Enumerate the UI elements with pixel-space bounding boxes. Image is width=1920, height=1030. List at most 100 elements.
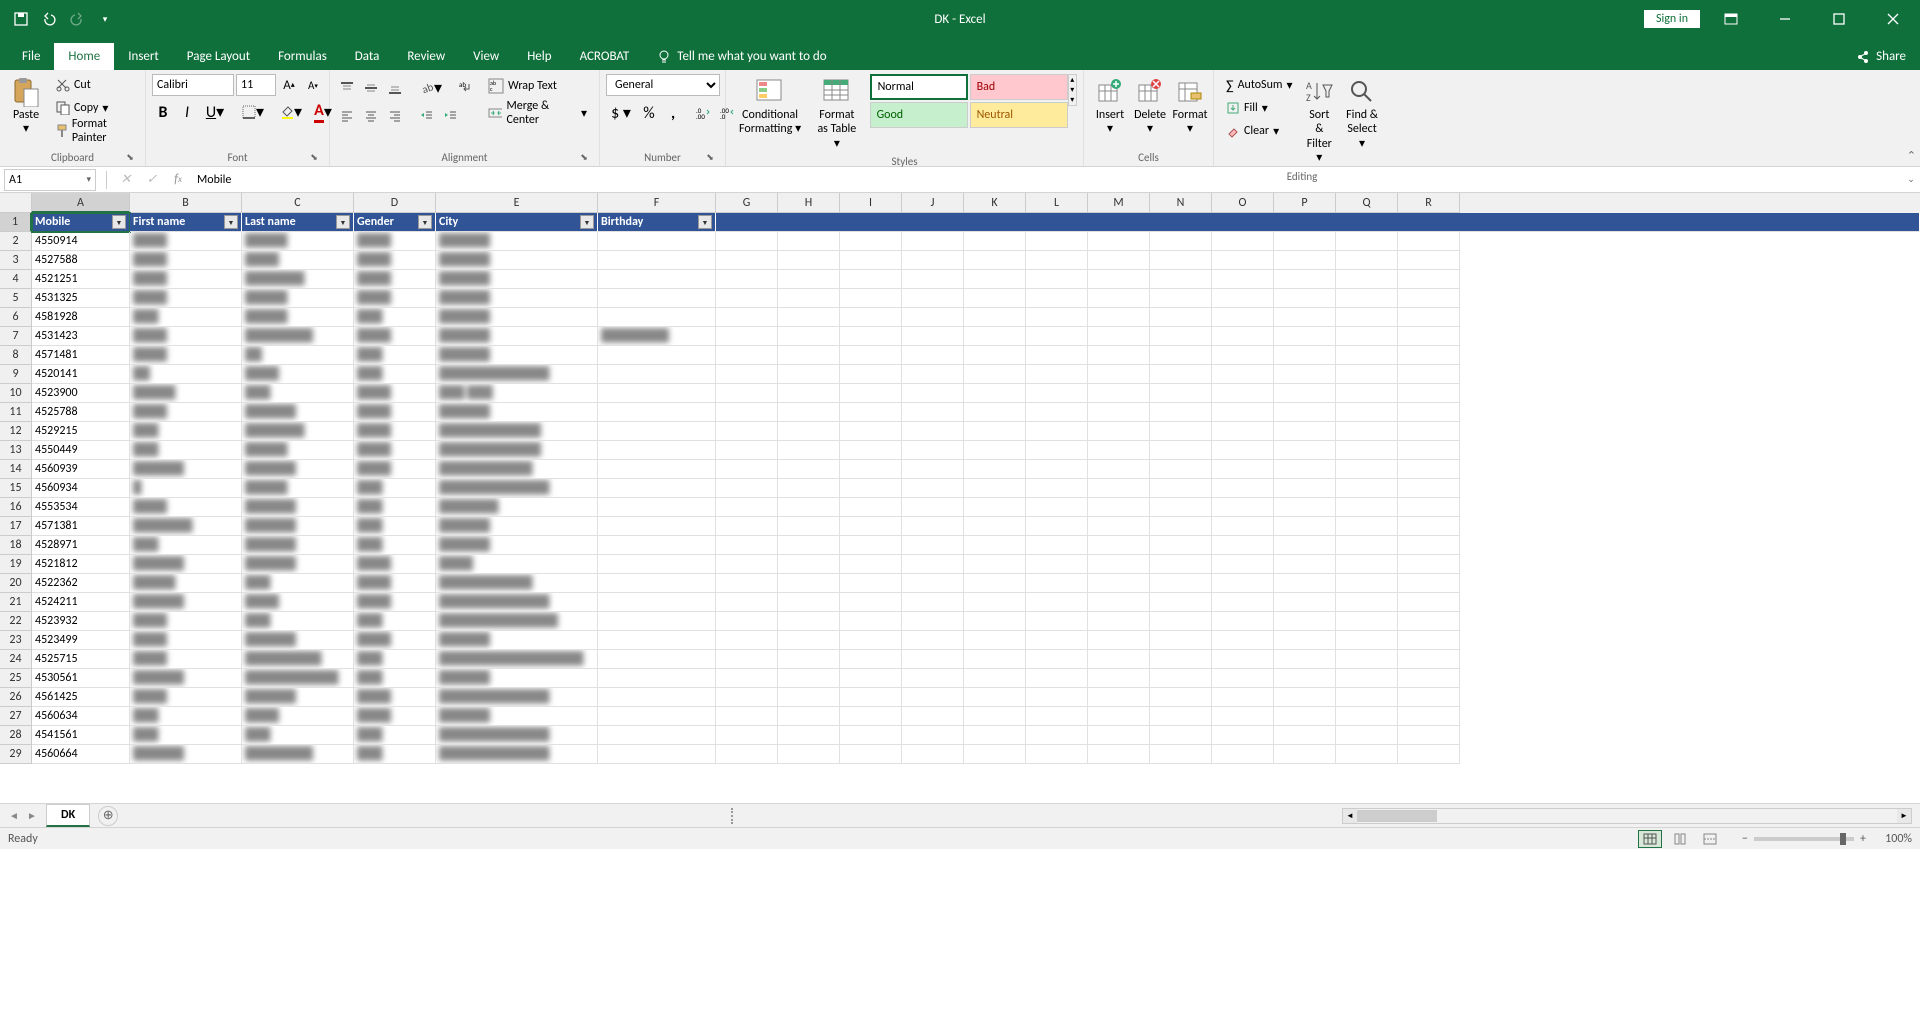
table-cell[interactable]: [1026, 270, 1088, 289]
table-cell[interactable]: [778, 479, 840, 498]
row-header-19[interactable]: 19: [0, 555, 32, 574]
row-header-24[interactable]: 24: [0, 650, 32, 669]
table-cell[interactable]: [1088, 498, 1150, 517]
table-cell[interactable]: 4525788: [32, 403, 130, 422]
bold-button[interactable]: B: [152, 101, 174, 123]
table-cell[interactable]: 4522362: [32, 574, 130, 593]
table-cell[interactable]: [964, 574, 1026, 593]
table-cell[interactable]: [1274, 669, 1336, 688]
table-cell[interactable]: [778, 593, 840, 612]
table-cell[interactable]: [1212, 232, 1274, 251]
table-cell[interactable]: █████: [242, 441, 354, 460]
table-cell[interactable]: ████: [130, 270, 242, 289]
column-header-D[interactable]: D: [354, 193, 436, 213]
tab-scroll-splitter[interactable]: [731, 808, 737, 824]
table-cell[interactable]: [840, 460, 902, 479]
table-cell[interactable]: [1026, 574, 1088, 593]
row-header-27[interactable]: 27: [0, 707, 32, 726]
table-cell[interactable]: [1336, 289, 1398, 308]
table-cell[interactable]: [840, 669, 902, 688]
align-top-icon[interactable]: [336, 77, 358, 99]
table-cell[interactable]: ██████: [436, 270, 598, 289]
table-cell[interactable]: [1088, 574, 1150, 593]
table-cell[interactable]: [902, 365, 964, 384]
table-cell[interactable]: [598, 479, 716, 498]
table-cell[interactable]: [1150, 707, 1212, 726]
column-header-M[interactable]: M: [1088, 193, 1150, 213]
table-cell[interactable]: [716, 289, 778, 308]
view-page-layout-icon[interactable]: [1668, 830, 1692, 848]
table-cell[interactable]: ███: [354, 650, 436, 669]
filter-dropdown-icon[interactable]: ▼: [224, 215, 238, 229]
row-header-22[interactable]: 22: [0, 612, 32, 631]
font-dialog-launcher-icon[interactable]: ⬊: [307, 150, 321, 164]
table-cell[interactable]: [1336, 726, 1398, 745]
table-cell[interactable]: [840, 403, 902, 422]
table-cell[interactable]: [1398, 251, 1460, 270]
table-cell[interactable]: [1150, 555, 1212, 574]
table-cell[interactable]: [964, 688, 1026, 707]
table-cell[interactable]: [964, 384, 1026, 403]
table-cell[interactable]: 4561425: [32, 688, 130, 707]
table-cell[interactable]: 4531325: [32, 289, 130, 308]
column-header-E[interactable]: E: [436, 193, 598, 213]
table-cell[interactable]: [1150, 270, 1212, 289]
table-cell[interactable]: [1274, 365, 1336, 384]
table-cell[interactable]: [964, 270, 1026, 289]
table-cell[interactable]: [902, 650, 964, 669]
table-cell[interactable]: [902, 498, 964, 517]
table-cell[interactable]: ████: [354, 251, 436, 270]
table-cell[interactable]: [716, 422, 778, 441]
table-cell[interactable]: [964, 251, 1026, 270]
table-cell[interactable]: [1212, 289, 1274, 308]
tab-formulas[interactable]: Formulas: [264, 43, 341, 70]
table-cell[interactable]: █████████████: [436, 745, 598, 764]
table-cell[interactable]: ███████████: [436, 574, 598, 593]
cut-button[interactable]: Cut: [50, 74, 139, 96]
table-cell[interactable]: [964, 479, 1026, 498]
table-cell[interactable]: [598, 669, 716, 688]
tell-me-search[interactable]: Tell me what you want to do: [643, 43, 840, 70]
table-cell[interactable]: [964, 669, 1026, 688]
table-cell[interactable]: [840, 707, 902, 726]
table-cell[interactable]: [778, 536, 840, 555]
table-cell[interactable]: [1398, 555, 1460, 574]
table-cell[interactable]: [902, 441, 964, 460]
table-cell[interactable]: [716, 517, 778, 536]
table-cell[interactable]: [1212, 631, 1274, 650]
table-cell[interactable]: [778, 270, 840, 289]
table-cell[interactable]: [964, 517, 1026, 536]
table-cell[interactable]: [1336, 327, 1398, 346]
table-cell[interactable]: [1398, 726, 1460, 745]
table-cell[interactable]: [1336, 688, 1398, 707]
table-cell[interactable]: [840, 593, 902, 612]
table-cell[interactable]: ████: [130, 403, 242, 422]
table-cell[interactable]: [1150, 232, 1212, 251]
table-cell[interactable]: ██████: [436, 669, 598, 688]
table-cell[interactable]: [1026, 289, 1088, 308]
table-cell[interactable]: ███: [354, 517, 436, 536]
table-cell[interactable]: [1088, 688, 1150, 707]
table-cell[interactable]: ███: [354, 308, 436, 327]
row-header-17[interactable]: 17: [0, 517, 32, 536]
table-cell[interactable]: [778, 498, 840, 517]
table-cell[interactable]: ███: [130, 536, 242, 555]
table-cell[interactable]: ████: [354, 270, 436, 289]
table-cell[interactable]: [1088, 384, 1150, 403]
select-all-triangle[interactable]: [0, 193, 32, 213]
table-cell[interactable]: [840, 479, 902, 498]
table-cell[interactable]: ████: [436, 555, 598, 574]
table-cell[interactable]: [716, 593, 778, 612]
conditional-formatting-button[interactable]: Conditional Formatting ▾: [732, 74, 808, 139]
table-cell[interactable]: █████: [130, 574, 242, 593]
table-cell[interactable]: [1212, 479, 1274, 498]
font-name-input[interactable]: [152, 74, 234, 96]
table-cell[interactable]: ████████████: [436, 441, 598, 460]
table-cell[interactable]: [1088, 270, 1150, 289]
column-header-J[interactable]: J: [902, 193, 964, 213]
table-cell[interactable]: ████: [242, 365, 354, 384]
row-header-14[interactable]: 14: [0, 460, 32, 479]
table-cell[interactable]: ████: [354, 593, 436, 612]
table-cell[interactable]: [778, 289, 840, 308]
table-cell[interactable]: ███████████: [242, 669, 354, 688]
